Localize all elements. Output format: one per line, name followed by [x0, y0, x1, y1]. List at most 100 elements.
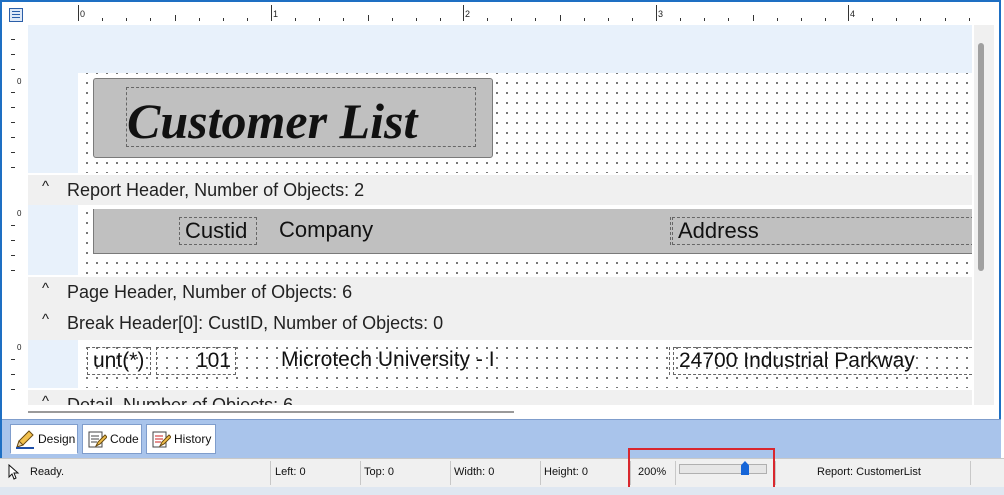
break-header-label: Break Header[0]: CustID, Number of Objec…	[67, 313, 444, 333]
company-field[interactable]: Microtech University - I	[276, 347, 670, 375]
mouse-pointer-icon	[8, 463, 20, 483]
status-divider	[540, 461, 541, 485]
band-gutter	[28, 340, 78, 388]
count-field[interactable]: unt(*)	[87, 347, 151, 375]
page-header-bar[interactable]: ^ Page Header, Number of Objects: 6	[28, 277, 972, 308]
ruler-tick	[223, 18, 224, 21]
ruler-tick	[11, 374, 15, 375]
collapse-caret-icon[interactable]: ^	[42, 393, 49, 405]
ruler-tick	[872, 18, 873, 21]
status-divider	[775, 461, 776, 485]
ruler-tick	[487, 18, 488, 21]
status-divider	[270, 461, 271, 485]
ruler-tick	[271, 5, 272, 21]
page-header-label: Page Header, Number of Objects: 6	[67, 282, 353, 302]
ruler-tick	[511, 18, 512, 21]
ruler-tick	[199, 18, 200, 21]
ruler-tick	[11, 389, 15, 390]
ruler-tick	[319, 18, 320, 21]
status-divider	[970, 461, 971, 485]
report-header-bar[interactable]: ^ Report Header, Number of Objects: 2	[28, 175, 972, 205]
ruler-tick	[11, 39, 15, 40]
band-margin	[78, 25, 972, 73]
address-column-header[interactable]: Address	[672, 217, 972, 245]
ruler-tick	[777, 18, 778, 21]
ruler-label: 1	[273, 9, 279, 19]
collapse-caret-icon[interactable]: ^	[42, 280, 49, 297]
window-bottom-edge	[0, 487, 1004, 495]
status-width: Width: 0	[454, 466, 495, 478]
ruler-tick	[656, 5, 657, 21]
custid-column-header[interactable]: Custid	[179, 217, 257, 245]
report-design-canvas[interactable]: Customer List ^ Report Header, Number of…	[28, 25, 972, 405]
ruler-tick	[102, 18, 103, 21]
tab-code[interactable]: Code	[82, 424, 142, 454]
ruler-tick	[704, 18, 705, 21]
status-left: Left: 0	[275, 466, 306, 478]
ruler-tick	[848, 5, 849, 21]
title-label-box[interactable]: Customer List	[126, 87, 476, 149]
vertical-scrollbar[interactable]	[974, 25, 994, 405]
history-pencil-icon	[151, 429, 172, 449]
address-field[interactable]: 24700 Industrial Parkway	[673, 347, 972, 375]
ruler-tick	[896, 18, 897, 21]
collapse-caret-icon[interactable]: ^	[42, 311, 49, 328]
ruler-tick	[78, 5, 79, 21]
ruler-tick	[11, 122, 15, 123]
vertical-scroll-thumb[interactable]	[978, 43, 984, 271]
vertical-ruler: 0 0 0	[8, 25, 26, 405]
zoom-highlight-box	[628, 448, 775, 490]
horizontal-scrollbar[interactable]	[28, 405, 972, 419]
status-divider	[450, 461, 451, 485]
detail-bar[interactable]: ^ Detail, Number of Objects: 6	[28, 390, 972, 405]
ruler-tick	[825, 18, 826, 21]
ruler-tick	[11, 270, 15, 271]
ruler-tick	[632, 18, 633, 21]
status-report-name: Report: CustomerList	[817, 466, 921, 478]
ruler-tick	[343, 18, 344, 21]
ruler-tick	[11, 359, 15, 360]
ruler-tick	[11, 255, 15, 256]
ruler-corner-icon[interactable]	[9, 8, 23, 22]
horizontal-scroll-thumb[interactable]	[28, 411, 514, 413]
ruler-tick	[175, 15, 176, 21]
code-pencil-icon	[87, 429, 108, 449]
ruler-tick	[392, 18, 393, 21]
status-height: Height: 0	[544, 466, 589, 478]
ruler-tick	[11, 225, 15, 226]
ruler-tick	[11, 240, 15, 241]
page-header-band[interactable]: Custid Company Address	[28, 205, 972, 275]
report-header-band[interactable]: Customer List	[28, 25, 972, 173]
ruler-label: 0	[17, 209, 22, 218]
company-column-header[interactable]: Company	[274, 217, 671, 245]
ruler-tick	[535, 18, 536, 21]
column-header-bar[interactable]: Custid Company Address	[93, 209, 972, 254]
report-designer-window: 0 1 2 3 4 0 0 0 Customer List ^ Report Header,…	[0, 0, 1004, 495]
tab-history[interactable]: History	[146, 424, 216, 454]
ruler-tick	[11, 167, 15, 168]
tab-code-label: Code	[110, 432, 139, 446]
status-ready: Ready.	[30, 466, 65, 478]
break-header-bar[interactable]: ^ Break Header[0]: CustID, Number of Obj…	[28, 308, 972, 340]
ruler-tick	[680, 18, 681, 21]
custid-field[interactable]: 101	[156, 347, 236, 375]
ruler-tick	[368, 15, 369, 21]
band-gutter	[28, 205, 78, 275]
ruler-tick	[463, 5, 464, 21]
tab-design[interactable]: Design	[10, 424, 78, 454]
status-top: Top: 0	[364, 466, 394, 478]
band-gutter	[28, 25, 78, 173]
collapse-caret-icon[interactable]: ^	[42, 178, 49, 195]
ruler-tick	[295, 18, 296, 21]
ruler-tick	[11, 137, 15, 138]
ruler-tick	[11, 107, 15, 108]
ruler-tick	[969, 18, 970, 21]
detail-band[interactable]: unt(*) 101 Microtech University - I 2470…	[28, 340, 972, 388]
title-frame[interactable]: Customer List	[93, 78, 493, 158]
ruler-tick	[126, 18, 127, 21]
ruler-tick	[416, 18, 417, 21]
tab-design-label: Design	[38, 432, 76, 446]
ruler-label: 4	[850, 9, 856, 19]
ruler-tick	[247, 18, 248, 21]
ruler-tick	[440, 18, 441, 21]
